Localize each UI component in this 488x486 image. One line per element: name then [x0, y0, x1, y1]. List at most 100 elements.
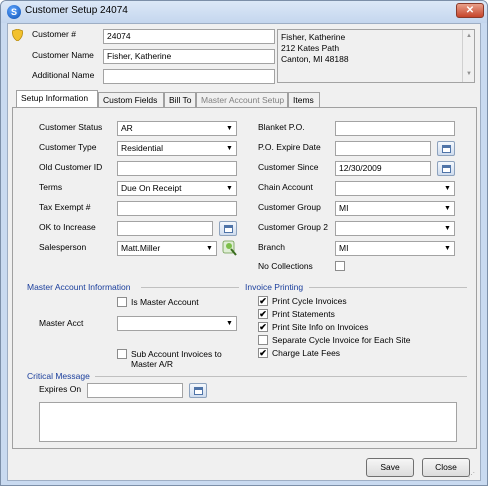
chevron-down-icon: ▼ [444, 225, 451, 232]
charge-late-fees-checkbox[interactable]: ✔ [258, 348, 268, 358]
customer-name-label: Customer Name [32, 50, 94, 60]
is-master-account-label: Is Master Account [131, 297, 199, 307]
tab-custom-fields[interactable]: Custom Fields [98, 92, 164, 107]
window-client-area: Customer # 24074 Customer Name Fisher, K… [7, 23, 481, 481]
calendar-icon [224, 225, 233, 233]
tab-bill-to[interactable]: Bill To [164, 92, 196, 107]
customer-group-2-select[interactable]: ▼ [335, 221, 455, 236]
chevron-down-icon: ▼ [226, 320, 233, 327]
customer-type-select[interactable]: Residential ▼ [117, 141, 237, 156]
customer-setup-window: S Customer Setup 24074 ✕ Customer # 2407… [0, 0, 488, 486]
sub-account-invoices-label: Sub Account Invoices to [131, 349, 222, 359]
print-cycle-invoices-checkbox[interactable]: ✔ [258, 296, 268, 306]
no-collections-label: No Collections [258, 261, 313, 271]
customer-since-calendar-button[interactable] [437, 161, 455, 176]
close-window-button[interactable]: ✕ [456, 3, 484, 18]
customer-number-input[interactable]: 24074 [103, 29, 275, 44]
chevron-down-icon: ▼ [226, 145, 233, 152]
master-acct-label: Master Acct [39, 318, 84, 328]
chevron-down-icon: ▼ [444, 185, 451, 192]
calendar-icon [442, 145, 451, 153]
expires-on-input[interactable] [87, 383, 183, 398]
po-expire-date-input[interactable] [335, 141, 431, 156]
scroll-down-icon[interactable]: ▼ [466, 71, 472, 77]
blanket-po-input[interactable] [335, 121, 455, 136]
section-divider [95, 376, 467, 377]
chevron-down-icon: ▼ [444, 245, 451, 252]
blanket-po-label: Blanket P.O. [258, 122, 305, 132]
print-cycle-invoices-label: Print Cycle Invoices [272, 296, 347, 306]
critical-message-heading: Critical Message [27, 371, 90, 381]
calendar-icon [194, 387, 203, 395]
expires-on-calendar-button[interactable] [189, 383, 207, 398]
tab-master-account-setup[interactable]: Master Account Setup [196, 92, 288, 107]
separate-cycle-invoice-label: Separate Cycle Invoice for Each Site [272, 335, 411, 345]
chevron-down-icon: ▼ [226, 125, 233, 132]
print-site-info-label: Print Site Info on Invoices [272, 322, 369, 332]
save-button[interactable]: Save [366, 458, 414, 477]
po-expire-date-label: P.O. Expire Date [258, 142, 321, 152]
is-master-account-checkbox[interactable] [117, 297, 127, 307]
branch-select[interactable]: MI ▼ [335, 241, 455, 256]
close-button[interactable]: Close [422, 458, 470, 477]
master-account-heading: Master Account Information [27, 282, 131, 292]
customer-status-label: Customer Status [39, 122, 103, 132]
tax-exempt-label: Tax Exempt # [39, 202, 91, 212]
tax-exempt-input[interactable] [117, 201, 237, 216]
chevron-down-icon: ▼ [444, 205, 451, 212]
chain-account-label: Chain Account [258, 182, 313, 192]
tab-setup-information[interactable]: Setup Information [16, 90, 98, 108]
customer-since-input[interactable]: 12/30/2009 [335, 161, 431, 176]
customer-group-select[interactable]: MI ▼ [335, 201, 455, 216]
tab-items[interactable]: Items [288, 92, 320, 107]
old-customer-id-input[interactable] [117, 161, 237, 176]
customer-type-label: Customer Type [39, 142, 97, 152]
customer-type-value: Residential [121, 143, 164, 153]
shield-icon [12, 29, 23, 41]
customer-group-value: MI [339, 203, 349, 213]
address-line: Fisher, Katherine [281, 32, 346, 42]
sub-account-invoices-checkbox[interactable] [117, 349, 127, 359]
title-bar: S Customer Setup 24074 ✕ [1, 1, 487, 23]
calendar-icon [442, 165, 451, 173]
address-line: Canton, MI 48188 [281, 54, 349, 64]
customer-status-select[interactable]: AR ▼ [117, 121, 237, 136]
chain-account-select[interactable]: ▼ [335, 181, 455, 196]
chevron-down-icon: ▼ [226, 185, 233, 192]
charge-late-fees-label: Charge Late Fees [272, 348, 341, 358]
address-line: 212 Kates Path [281, 43, 340, 53]
terms-label: Terms [39, 182, 63, 192]
critical-message-textarea[interactable] [39, 402, 457, 442]
print-statements-checkbox[interactable]: ✔ [258, 309, 268, 319]
customer-group-label: Customer Group [258, 202, 321, 212]
customer-name-input[interactable]: Fisher, Katherine [103, 49, 275, 64]
salesperson-lookup-icon[interactable] [221, 239, 238, 257]
salesperson-value: Matt.Miller [121, 243, 161, 253]
scroll-up-icon[interactable]: ▲ [466, 33, 472, 39]
address-scrollbar[interactable]: ▲ ▼ [462, 30, 474, 82]
salesperson-select[interactable]: Matt.Miller ▼ [117, 241, 217, 256]
app-icon: S [7, 5, 21, 19]
ok-to-increase-input[interactable] [117, 221, 213, 236]
window-title: Customer Setup 24074 [25, 5, 128, 16]
invoice-printing-heading: Invoice Printing [245, 282, 304, 292]
po-expire-calendar-button[interactable] [437, 141, 455, 156]
separate-cycle-invoice-checkbox[interactable] [258, 335, 268, 345]
expires-on-label: Expires On [39, 384, 82, 394]
sub-account-invoices-label-line2: Master A/R [131, 359, 174, 369]
customer-status-value: AR [121, 123, 133, 133]
print-statements-label: Print Statements [272, 309, 335, 319]
terms-select[interactable]: Due On Receipt ▼ [117, 181, 237, 196]
no-collections-checkbox[interactable] [335, 261, 345, 271]
section-divider [141, 287, 239, 288]
additional-name-input[interactable] [103, 69, 275, 84]
setup-information-panel: Customer Status AR ▼ Customer Type Reside… [12, 107, 477, 449]
customer-since-label: Customer Since [258, 162, 319, 172]
customer-group-2-label: Customer Group 2 [258, 222, 328, 232]
ok-to-increase-calendar-button[interactable] [219, 221, 237, 236]
master-acct-select[interactable]: ▼ [117, 316, 237, 331]
section-divider [309, 287, 467, 288]
resize-grip-icon[interactable]: ⋰ [468, 472, 478, 480]
additional-name-label: Additional Name [32, 70, 95, 80]
print-site-info-checkbox[interactable]: ✔ [258, 322, 268, 332]
